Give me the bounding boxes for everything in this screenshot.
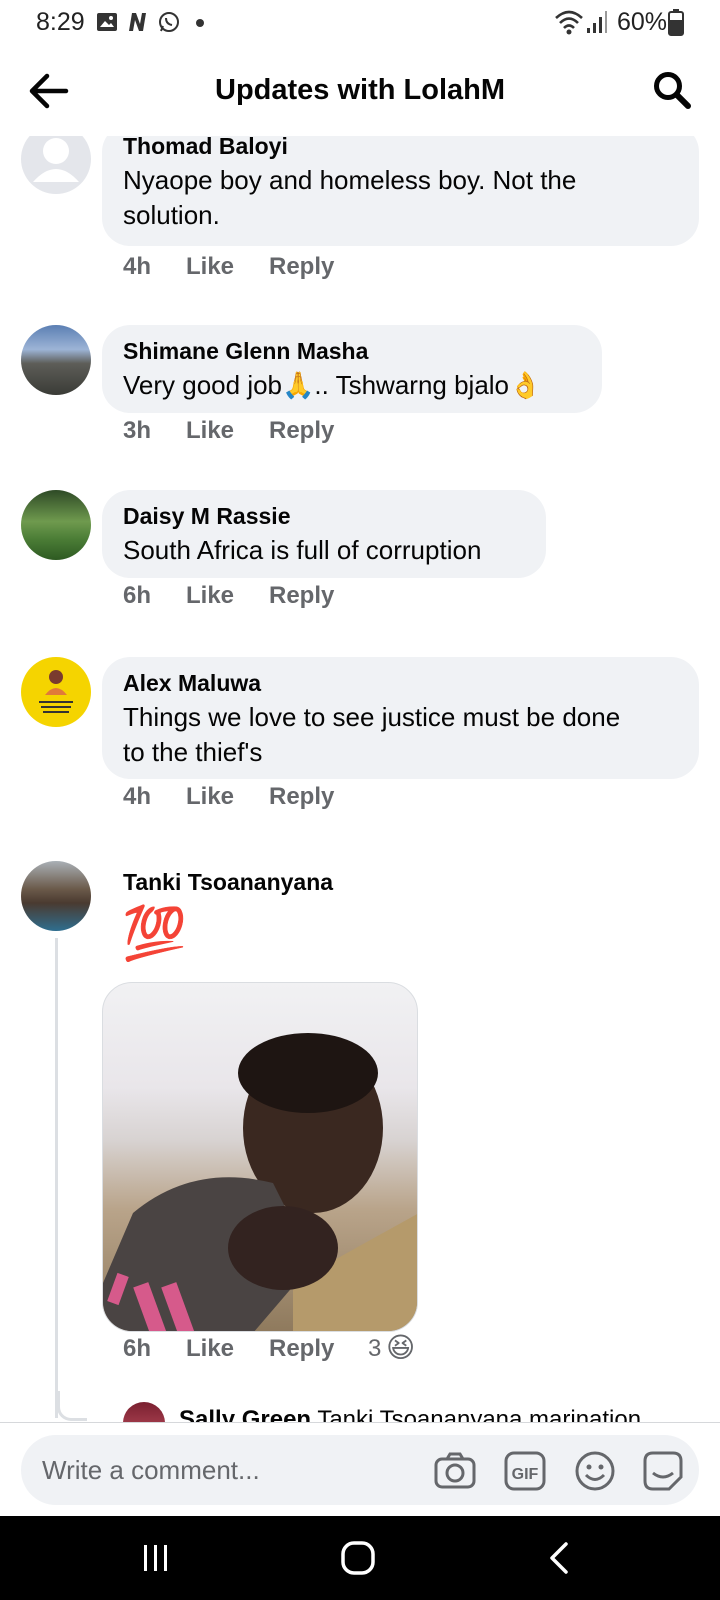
back-icon[interactable] [547,1541,571,1575]
wifi-icon [555,10,583,35]
like-button[interactable]: Like [186,783,234,811]
n-icon [129,13,146,31]
avatar[interactable] [21,136,91,194]
comment-time: 6h [123,582,152,609]
comment-actions: 6h Like Reply 3 😆 [123,1332,443,1365]
battery-icon [668,9,684,36]
system-nav-bar [0,1516,720,1600]
prayer-image-icon [39,670,73,713]
reply-button[interactable]: Reply [269,783,334,811]
comment-text: South Africa is full of corruption [123,535,482,565]
comment-bubble[interactable]: Thomad Baloyi Nyaope boy and homeless bo… [102,136,699,246]
comments-list: Thomad Baloyi Nyaope boy and homeless bo… [0,136,720,1422]
reply-button[interactable]: Reply [269,1335,334,1363]
commenter-name[interactable]: Tanki Tsoananyana [123,868,333,896]
comment-actions: 4h Like Reply [123,253,423,283]
svg-text:GIF: GIF [512,1466,539,1483]
comment-actions: 4h Like Reply [123,783,423,813]
like-button[interactable]: Like [186,253,234,281]
laugh-reaction-emoji[interactable]: 😆 [386,1331,415,1364]
comment-time: 3h [123,417,152,444]
comment-placeholder: Write a comment... [42,1455,260,1485]
comment-time: 4h [123,783,152,810]
comment-time: 6h [123,1335,152,1362]
comment-input[interactable]: Write a comment... GIF [21,1435,699,1505]
comment-composer: Write a comment... GIF [0,1422,720,1516]
comment-text: Nyaope boy and homeless boy. Not the solu… [123,165,577,230]
avatar[interactable] [21,657,91,727]
commenter-name[interactable]: Daisy M Rassie [123,502,526,530]
avatar[interactable] [21,490,91,560]
home-icon[interactable] [340,1540,376,1576]
recents-icon[interactable] [140,1542,172,1574]
commenter-name[interactable]: Alex Maluwa [123,669,679,697]
reply-button[interactable]: Reply [269,253,334,281]
comment-bubble[interactable]: Shimane Glenn Masha Very good job🙏.. Tsh… [102,325,602,413]
battery-percent: 60% [617,8,668,36]
signal-icon [587,11,607,33]
status-time: 8:29 [36,8,85,36]
reply-button[interactable]: Reply [269,417,334,445]
whatsapp-icon [159,12,179,32]
comment-time: 4h [123,253,152,280]
comment-actions: 3h Like Reply [123,417,423,447]
comment-photo[interactable] [102,982,418,1332]
reply-author: Sally Green [179,1406,312,1422]
gallery-icon [97,13,117,31]
search-icon[interactable] [652,70,692,110]
comment-bubble[interactable]: Daisy M Rassie South Africa is full of c… [102,490,546,578]
status-bar: 8:29 60% [0,0,720,46]
comment-actions: 6h Like Reply [123,582,423,612]
page-title: Updates with LolahM [215,74,505,106]
like-button[interactable]: Like [186,417,234,445]
comment-text: Things we love to see justice must be do… [123,702,621,767]
gif-icon[interactable]: GIF [503,1449,547,1493]
notification-dot-icon [196,19,204,27]
default-avatar-icon [33,138,79,182]
comment-text: Very good job🙏.. Tshwarng bjalo👌 [123,370,542,400]
comment-bubble[interactable]: Alex Maluwa Things we love to see justic… [102,657,699,779]
thread-line [55,938,58,1418]
reply-text: Tanki Tsoananyana marination [317,1406,642,1422]
emoji-icon[interactable] [573,1449,617,1493]
avatar[interactable] [21,325,91,395]
reply-button[interactable]: Reply [269,582,334,610]
sticker-icon[interactable] [641,1449,685,1493]
like-button[interactable]: Like [186,582,234,610]
app-header: Updates with LolahM [0,46,720,136]
avatar[interactable] [123,1402,165,1422]
hundred-points-emoji: 💯 [122,905,187,963]
reply-preview[interactable]: Sally Green Tanki Tsoananyana marination [179,1406,641,1422]
avatar[interactable] [21,861,91,931]
camera-icon[interactable] [433,1449,477,1493]
like-button[interactable]: Like [186,1335,234,1363]
reply-connector [57,1391,87,1421]
commenter-name[interactable]: Shimane Glenn Masha [123,337,582,365]
reaction-count[interactable]: 3 [368,1335,381,1363]
screen: { "status_bar": { "time": "8:29", "batte… [0,0,720,1600]
commenter-name[interactable]: Thomad Baloyi [123,136,679,160]
photo-content [103,1033,417,1331]
